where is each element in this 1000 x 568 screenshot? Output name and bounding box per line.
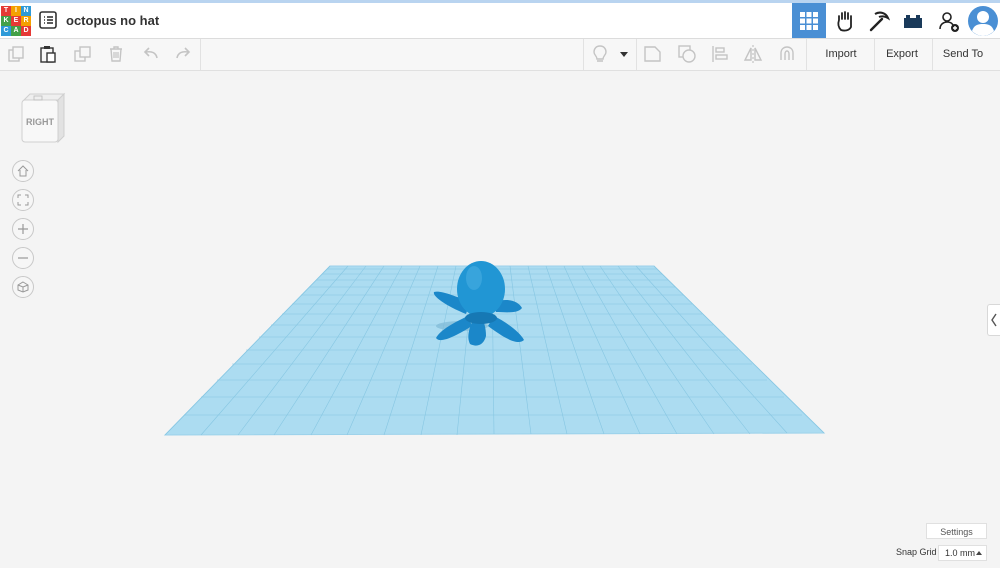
zoom-in-icon — [18, 224, 28, 234]
chevron-left-icon — [991, 313, 997, 327]
caret-up-icon — [976, 551, 982, 555]
home-view-button[interactable] — [12, 160, 34, 182]
zoom-out-button[interactable] — [12, 247, 34, 269]
fit-view-button[interactable] — [12, 189, 34, 211]
perspective-icon — [17, 281, 29, 293]
home-view-icon — [17, 165, 29, 177]
zoom-out-icon — [18, 257, 28, 259]
view-cube-face-label: RIGHT — [26, 117, 55, 127]
workplane-viewport[interactable] — [0, 0, 1000, 568]
settings-button[interactable]: Settings — [926, 523, 987, 539]
zoom-in-button[interactable] — [12, 218, 34, 240]
perspective-button[interactable] — [12, 276, 34, 298]
snap-grid-select[interactable]: 1.0 mm — [938, 545, 987, 561]
fit-view-icon — [17, 194, 29, 206]
snap-grid-value: 1.0 mm — [945, 548, 976, 558]
view-cube[interactable]: RIGHT — [20, 92, 66, 144]
shapes-panel-toggle[interactable] — [987, 304, 1000, 336]
snap-grid-label: Snap Grid — [896, 547, 937, 557]
